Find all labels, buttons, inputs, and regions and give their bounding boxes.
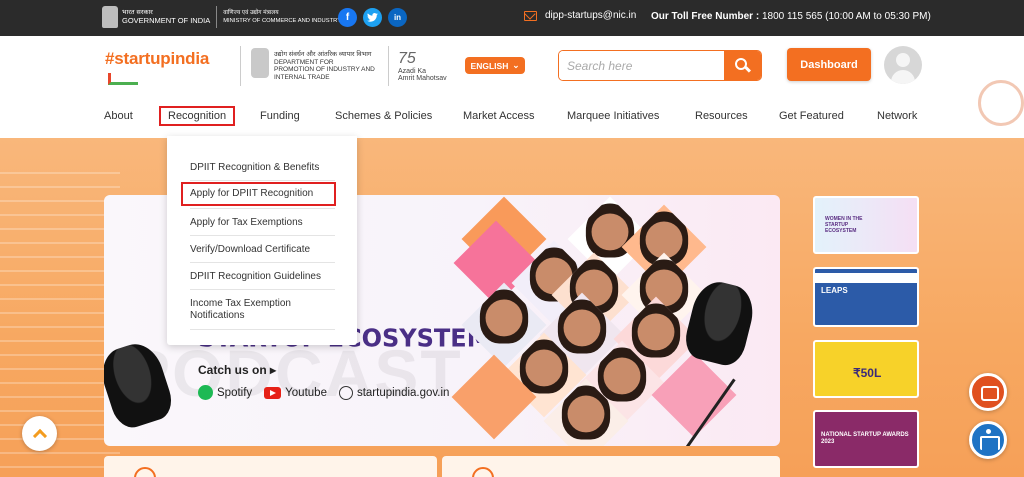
bottom-card[interactable] [442,456,780,477]
mail-icon [524,10,537,21]
platform-label: Youtube [285,386,327,399]
promo-card-50l[interactable]: ₹50L [813,340,919,398]
toll-free-number: Our Toll Free Number : 1800 115 565 (10:… [651,11,931,22]
chatbot-button[interactable] [969,373,1007,411]
azadi-number: 75 [398,50,416,67]
dpiit-logo[interactable]: उद्योग संवर्धन और आंतरिक व्यापार विभाग D… [274,51,375,81]
government-of-india: भारत सरकार GOVERNMENT OF INDIA वाणिज्य ए… [102,6,341,28]
menu-item-dpiit-recognition-guidelines[interactable]: DPIIT Recognition Guidelines [190,271,335,283]
globe-icon [338,385,353,400]
search-input[interactable] [559,51,724,80]
facebook-icon[interactable]: f [338,8,357,27]
search-icon [734,57,747,70]
nav-item-funding[interactable]: Funding [260,110,300,122]
bottom-card[interactable] [104,456,437,477]
search-button[interactable] [724,51,761,80]
card-icon [472,467,494,477]
platform-label: startupindia.gov.in [356,386,450,399]
accessibility-button[interactable] [969,421,1007,459]
promo-card-national-startup-awards[interactable]: NATIONAL STARTUP AWARDS 2023 [813,410,919,468]
search-bar [558,50,762,81]
platform-website[interactable]: startupindia.gov.in [338,385,450,400]
nav-item-about[interactable]: About [104,110,133,122]
nav-item-schemes-policies[interactable]: Schemes & Policies [335,110,432,122]
nav-item-marquee-initiatives[interactable]: Marquee Initiatives [567,110,659,122]
menu-divider [190,262,335,263]
azadi-ka-amrit-mahotsav-logo: 75 Azadi Ka Amrit Mahotsav [398,50,458,84]
platform-youtube[interactable]: Youtube [264,386,327,399]
social-links: f in [338,8,407,27]
email-text[interactable]: dipp-startups@nic.in [545,10,636,21]
azadi-text3: Amrit Mahotsav [398,75,447,82]
linkedin-icon[interactable]: in [388,8,407,27]
promo-card-leaps[interactable]: LEAPS [813,267,919,327]
toll-label: Our Toll Free Number : [651,11,760,22]
promo-card-women-ecosystem[interactable]: WOMEN IN THE STARTUP ECOSYSTEM [813,196,919,254]
card-logo-strip [815,273,917,283]
platform-label: Spotify [217,386,253,399]
menu-divider [190,180,335,181]
language-label: ENGLISH [470,60,509,71]
ministry-hindi: वाणिज्य एवं उद्योग मंत्रालय [223,10,279,16]
card-icon [134,467,156,477]
recognition-dropdown-menu: DPIIT Recognition & Benefits Apply for D… [167,136,357,345]
gov-english: GOVERNMENT OF INDIA [122,16,211,25]
menu-item-apply-dpiit-recognition[interactable]: Apply for DPIIT Recognition [181,182,336,206]
menu-item-apply-tax-exemptions[interactable]: Apply for Tax Exemptions [190,217,335,229]
menu-item-income-tax-exemption-notifications[interactable]: Income Tax Exemption Notifications [190,298,335,322]
main-navigation: About Recognition Funding Schemes & Poli… [0,100,1024,138]
menu-item-verify-download-certificate[interactable]: Verify/Download Certificate [190,244,335,256]
dpiit-emblem-icon [251,48,269,78]
nav-item-market-access[interactable]: Market Access [463,110,535,122]
menu-divider [190,289,335,290]
dpiit-line3: INTERNAL TRADE [274,73,330,81]
menu-divider [190,235,335,236]
contact-email[interactable]: dipp-startups@nic.in [524,10,636,21]
startupindia-logo[interactable]: #startupindia [105,49,209,69]
youtube-icon [264,386,282,399]
gear-icon [978,80,1024,126]
card-title: LEAPS [821,286,848,295]
dashboard-button[interactable]: Dashboard [787,48,871,81]
card-title: NATIONAL STARTUP AWARDS 2023 [821,432,909,445]
language-select[interactable]: ENGLISH ⌄ [465,57,525,74]
card-title: ₹50L [853,366,882,380]
nav-item-recognition[interactable]: Recognition [159,106,236,126]
avatar[interactable] [884,46,922,84]
hero-pattern [0,168,120,468]
top-bar: भारत सरकार GOVERNMENT OF INDIA वाणिज्य ए… [0,0,1024,36]
card-title: WOMEN IN THE STARTUP ECOSYSTEM [825,216,863,234]
chevron-up-icon [32,428,47,443]
menu-item-dpiit-recognition-benefits[interactable]: DPIIT Recognition & Benefits [190,162,335,174]
dpiit-hindi: उद्योग संवर्धन और आंतरिक व्यापार विभाग [274,51,372,58]
nav-item-network[interactable]: Network [877,110,917,122]
nav-item-get-featured[interactable]: Get Featured [779,110,844,122]
azadi-text2: Ka [417,68,427,75]
menu-divider [190,208,335,209]
logo-accent [108,73,138,85]
site-header: #startupindia उद्योग संवर्धन और आंतरिक व… [0,36,1024,100]
menu-divider [190,329,335,330]
nav-item-resources[interactable]: Resources [695,110,748,122]
divider [240,46,241,86]
divider [388,46,389,86]
azadi-text1: Azadi [398,68,416,75]
spotify-icon [198,385,213,400]
dpiit-line1: DEPARTMENT FOR [274,58,334,66]
scroll-to-top-button[interactable] [22,416,57,451]
chevron-down-icon: ⌄ [512,60,520,70]
podcast-platforms: Spotify Youtube startupindia.gov.in [198,385,449,400]
twitter-icon[interactable] [363,8,382,27]
national-emblem-icon [102,6,118,28]
toll-value: 1800 115 565 (10:00 AM to 05:30 PM) [761,11,931,22]
catch-us-on: Catch us on ▸ [198,363,277,377]
divider [216,6,218,28]
dpiit-line2: PROMOTION OF INDUSTRY AND [274,66,375,73]
platform-spotify[interactable]: Spotify [198,385,252,400]
ministry-english: MINISTRY OF COMMERCE AND INDUSTRY [223,18,342,24]
